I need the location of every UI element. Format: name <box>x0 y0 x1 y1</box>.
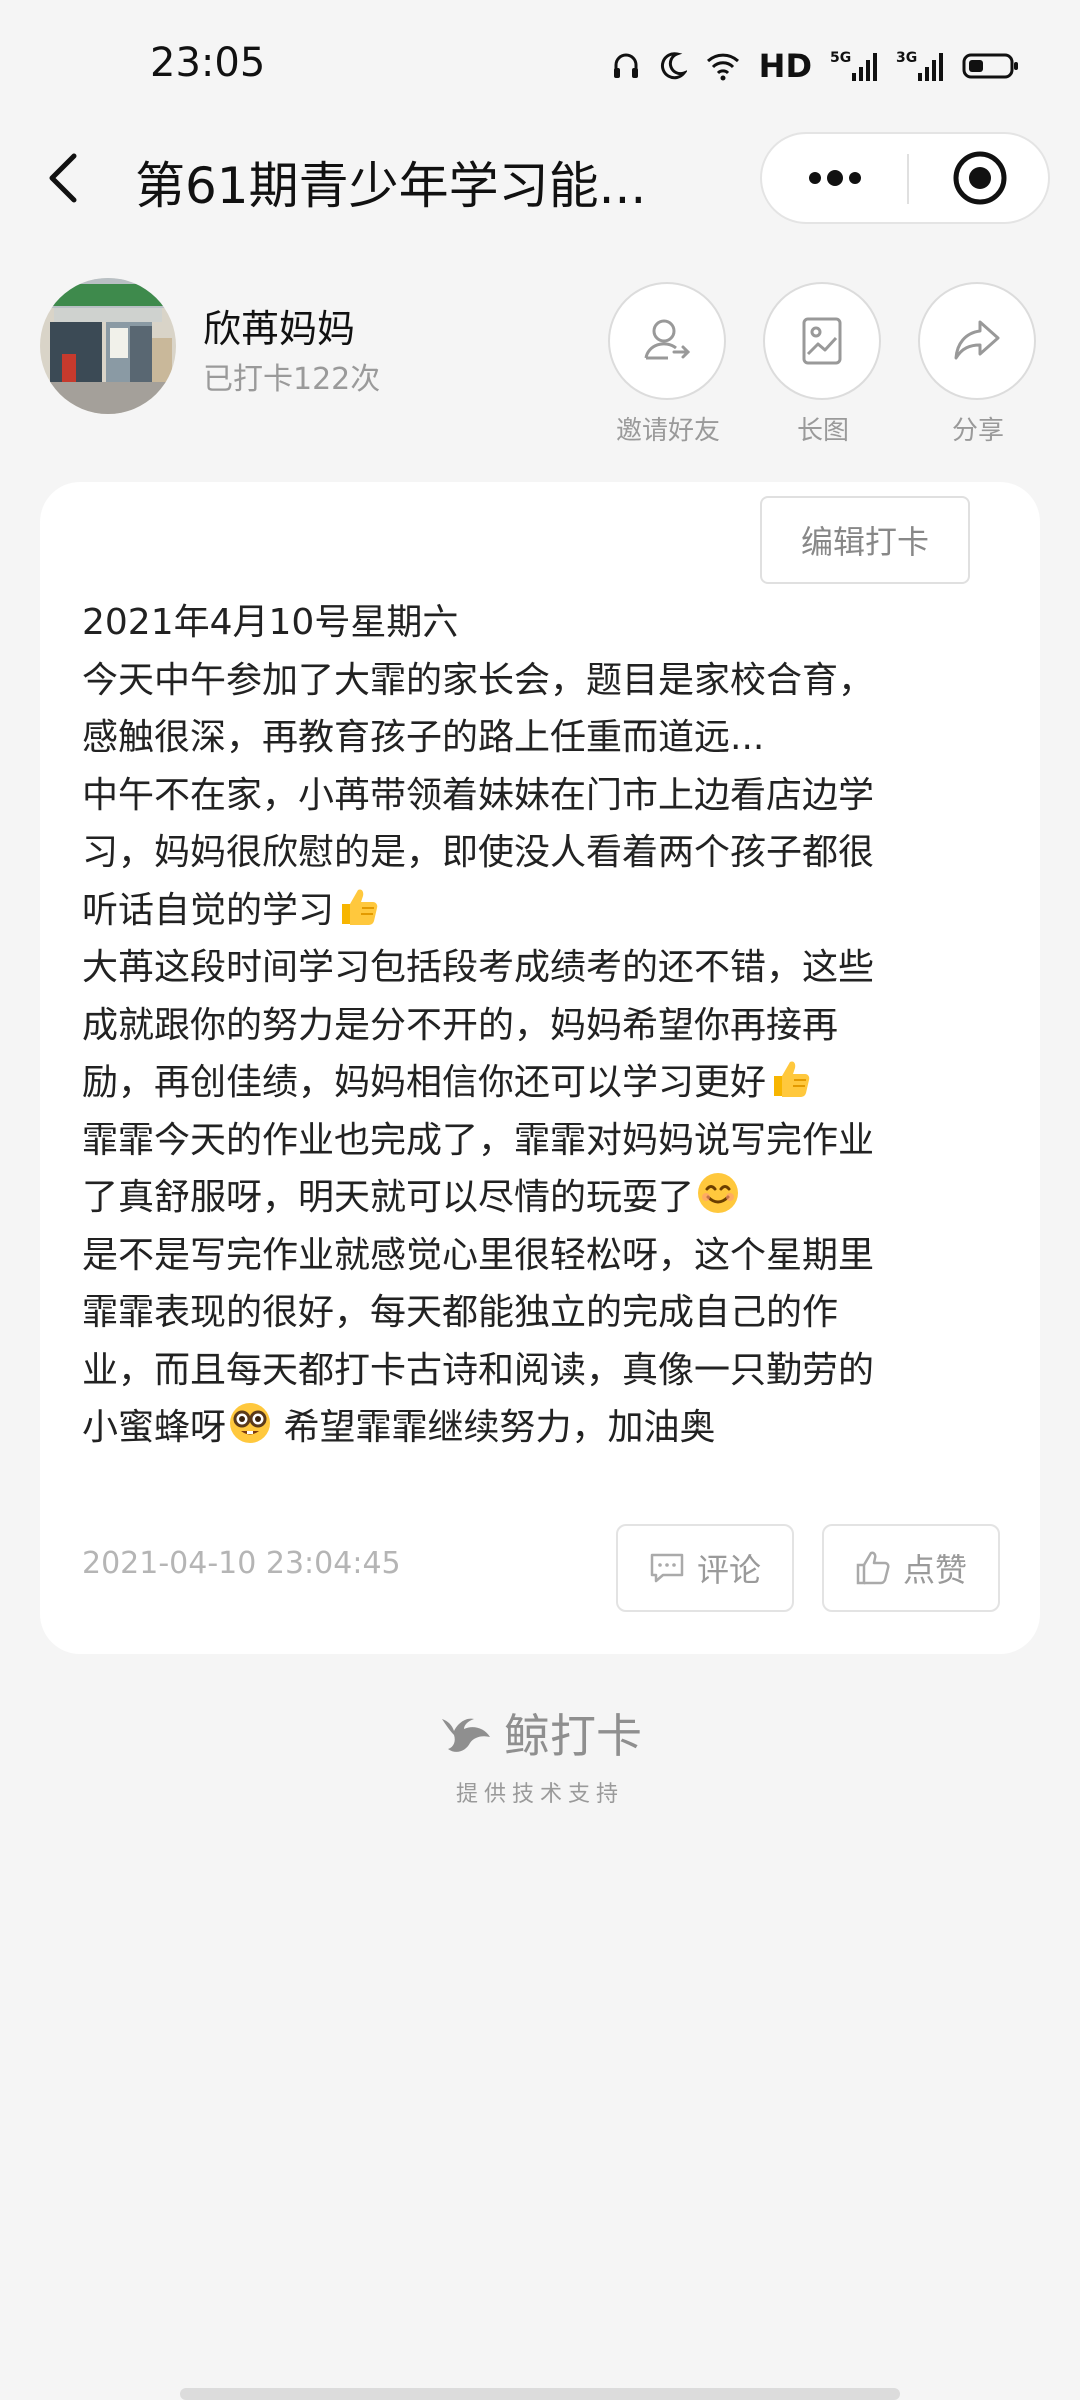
signal-5g-icon: 5G <box>830 49 878 83</box>
home-indicator[interactable] <box>180 2388 900 2400</box>
edit-checkin-button[interactable]: 编辑打卡 <box>760 496 970 584</box>
share-icon <box>954 320 1000 360</box>
image-icon <box>802 317 842 365</box>
status-time: 23:05 <box>150 40 266 86</box>
share-action[interactable]: 分享 <box>918 282 1038 447</box>
share-button[interactable] <box>918 282 1036 400</box>
avatar[interactable] <box>40 278 176 414</box>
back-arrow-icon <box>49 153 77 203</box>
post-line: 感触很深，再教育孩子的路上任重而道远... <box>82 717 765 758</box>
back-button[interactable] <box>40 148 90 208</box>
brand-row: 鲸打卡 <box>0 1700 1080 1766</box>
wifi-icon <box>705 51 741 81</box>
title-bar: 第61期青少年学习能... <box>0 130 1080 230</box>
post-line: 是不是写完作业就感觉心里很轻松呀，这个星期里 <box>82 1234 875 1276</box>
post-line-with-emoji: 小蜜蜂呀 希望霏霏继续努力，加油奥 <box>82 1399 1012 1457</box>
thumbs-up-icon <box>856 1551 890 1585</box>
network-label: HD <box>758 47 812 85</box>
invite-friend-button[interactable] <box>608 282 726 400</box>
like-button[interactable]: 点赞 <box>822 1524 1000 1612</box>
comment-button[interactable]: 评论 <box>616 1524 794 1612</box>
post-body: 2021年4月10号星期六 今天中午参加了大霏的家长会，题目是家校合育， 感触很… <box>82 594 1012 1457</box>
invite-friend-icon <box>644 319 691 360</box>
comment-label: 评论 <box>696 1551 761 1589</box>
target-close-icon <box>953 151 1006 205</box>
status-bar: 23:05 HD 5G 3G <box>0 0 1080 130</box>
checkin-card: 编辑打卡 2021年4月10号星期六 今天中午参加了大霏的家长会，题目是家校合育… <box>40 482 1040 1654</box>
post-line: 成就跟你的努力是分不开的，妈妈希望你再接再 <box>82 1004 839 1046</box>
close-mini-program-button[interactable] <box>909 134 1050 222</box>
headphones-icon <box>611 51 641 81</box>
signal-3g-icon: 3G <box>896 49 944 83</box>
smiling-face-emoji-icon <box>698 1173 739 1213</box>
profile-row: 欣苒妈妈 已打卡122次 邀请好友 长图 分享 <box>0 270 1080 460</box>
invite-friend-action[interactable]: 邀请好友 <box>608 282 728 447</box>
share-label: 分享 <box>951 416 1004 446</box>
moon-icon <box>659 51 687 81</box>
post-line-text: 听话自觉的学习 <box>82 889 335 931</box>
post-line-with-emoji: 励，再创佳绩，妈妈相信你还可以学习更好 <box>82 1054 1012 1112</box>
post-line: 大苒这段时间学习包括段考成绩考的还不错，这些 <box>82 947 875 988</box>
post-line: 业，而且每天都打卡古诗和阅读，真像一只勤劳的 <box>82 1349 875 1391</box>
nerd-face-emoji-icon <box>230 1403 271 1443</box>
user-name: 欣苒妈妈 <box>203 307 356 351</box>
post-line: 习，妈妈很欣慰的是，即使没人看着两个孩子都很 <box>82 832 875 873</box>
thumbs-up-emoji-icon <box>774 1061 810 1097</box>
post-line-text: 励，再创佳绩，妈妈相信你还可以学习更好 <box>82 1062 767 1103</box>
post-line: 2021年4月10号星期六 <box>82 602 459 643</box>
long-image-label: 长图 <box>796 416 849 446</box>
svg-text:5G: 5G <box>830 50 851 66</box>
brand-footer: 鲸打卡 提供技术支持 <box>0 1700 1080 1820</box>
post-line-with-emoji: 听话自觉的学习 <box>82 882 1012 940</box>
post-line: 中午不在家，小苒带领着妹妹在门市上边看店边学 <box>82 774 875 816</box>
more-button[interactable] <box>762 134 907 222</box>
checkin-count: 已打卡122次 <box>203 362 381 397</box>
battery-icon <box>962 51 1020 81</box>
brand-name: 鲸打卡 <box>504 1709 642 1763</box>
like-label: 点赞 <box>902 1551 967 1589</box>
svg-text:3G: 3G <box>896 50 917 66</box>
brand-tagline: 提供技术支持 <box>455 1782 624 1807</box>
mini-program-capsule <box>760 132 1050 224</box>
post-line-text: 小蜜蜂呀 <box>82 1407 227 1448</box>
avatar-photo <box>40 278 176 414</box>
comment-icon <box>650 1553 684 1583</box>
post-line-with-emoji: 了真舒服呀，明天就可以尽情的玩耍了 <box>82 1169 1012 1227</box>
page-title: 第61期青少年学习能... <box>135 157 647 215</box>
more-dots-icon <box>808 170 861 186</box>
post-line-text: 希望霏霏继续努力，加油奥 <box>272 1407 716 1448</box>
post-line: 霏霏今天的作业也完成了，霏霏对妈妈说写完作业 <box>82 1119 875 1161</box>
whale-logo-icon <box>442 1718 490 1752</box>
long-image-action[interactable]: 长图 <box>763 282 883 447</box>
post-line: 今天中午参加了大霏的家长会，题目是家校合育， <box>82 659 875 701</box>
post-line: 霏霏表现的很好，每天都能独立的完成自己的作 <box>82 1292 839 1333</box>
post-line-text: 了真舒服呀，明天就可以尽情的玩耍了 <box>82 1177 695 1218</box>
thumbs-up-emoji-icon <box>342 888 378 925</box>
invite-friend-label: 邀请好友 <box>615 416 720 446</box>
long-image-button[interactable] <box>763 282 881 400</box>
status-icons: HD 5G 3G <box>611 44 1020 88</box>
post-timestamp: 2021-04-10 23:04:45 <box>82 1546 401 1581</box>
